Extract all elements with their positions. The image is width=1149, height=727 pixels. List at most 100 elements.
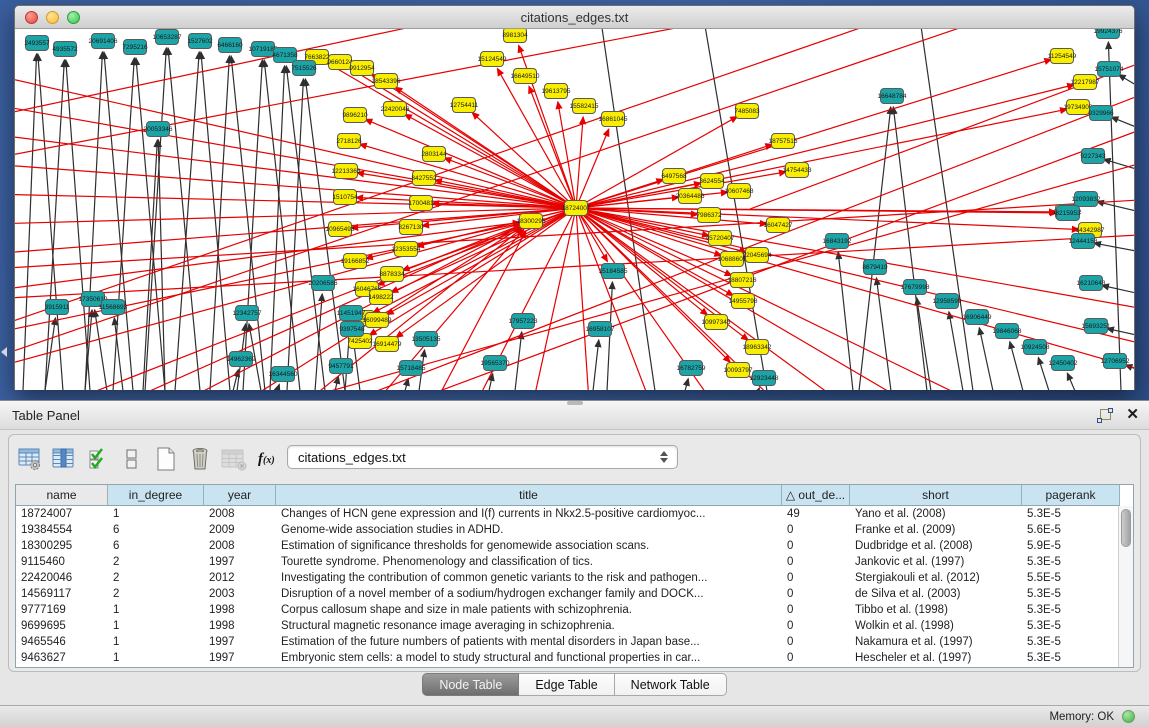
graph-node-label: 14754433: [783, 167, 812, 174]
table-cell-title: Estimation of significance thresholds fo…: [276, 538, 782, 554]
table-cell-year: 1998: [204, 602, 276, 618]
table-cell-in_degree: 1: [108, 618, 204, 634]
graph-edge[interactable]: [917, 298, 931, 390]
column-header-pagerank[interactable]: pagerank: [1022, 485, 1120, 506]
column-header-title[interactable]: title: [276, 485, 782, 506]
graph-edge[interactable]: [15, 194, 576, 208]
graph-edge[interactable]: [576, 208, 1134, 311]
graph-edge[interactable]: [95, 310, 107, 390]
function-builder-button[interactable]: f(x): [258, 451, 275, 468]
row-height-button[interactable]: [116, 443, 148, 475]
table-toolbar: f(x) citations_edges.txt: [14, 440, 283, 478]
graph-node-label: 12706952: [1101, 358, 1130, 365]
table-cell-pagerank: 5.5E-5: [1022, 570, 1120, 586]
tab-node-table[interactable]: Node Table: [422, 673, 519, 696]
close-panel-button[interactable]: ✕: [1126, 406, 1139, 424]
table-scrollbar-thumb[interactable]: [1121, 509, 1131, 547]
splitter-handle[interactable]: [567, 401, 583, 405]
graph-node-label: 12217987: [1071, 79, 1100, 86]
table-row[interactable]: 1938455462009Genome-wide association stu…: [16, 522, 1133, 538]
graph-node-label: 11254549: [1048, 53, 1077, 60]
tab-network-table[interactable]: Network Table: [615, 673, 727, 696]
graph-node-label: 16906449: [963, 314, 992, 321]
delete-table-button[interactable]: [218, 443, 250, 475]
column-header-in_degree[interactable]: in_degree: [108, 485, 204, 506]
table-row[interactable]: 969969511998Structural magnetic resonanc…: [16, 618, 1133, 634]
graph-edge[interactable]: [1097, 202, 1134, 211]
graph-edge[interactable]: [758, 388, 759, 390]
graph-edge[interactable]: [143, 140, 157, 390]
graph-edge[interactable]: [1107, 328, 1134, 335]
table-cell-pagerank: 5.3E-5: [1022, 586, 1120, 602]
column-header-short[interactable]: short: [850, 485, 1022, 506]
graph-edge[interactable]: [1104, 159, 1134, 169]
graph-edge[interactable]: [1118, 75, 1134, 85]
table-row[interactable]: 977716911998Corpus callosum shape and si…: [16, 602, 1133, 618]
graph-edge[interactable]: [315, 294, 322, 390]
graph-node-label: 7425402: [347, 338, 373, 345]
table-cell-year: 1997: [204, 554, 276, 570]
column-header-out_degree[interactable]: △ out_de...: [782, 485, 850, 506]
graph-edge[interactable]: [593, 340, 599, 390]
graph-edge[interactable]: [576, 208, 709, 236]
graph-node-label: 1700481: [408, 200, 434, 207]
graph-node-label: 15582415: [570, 103, 599, 110]
table-cell-in_degree: 2: [108, 586, 204, 602]
tab-edge-table[interactable]: Edge Table: [519, 673, 614, 696]
graph-edge[interactable]: [1038, 357, 1049, 390]
float-panel-button[interactable]: [1097, 408, 1113, 424]
column-header-name[interactable]: name: [16, 485, 108, 506]
network-canvas[interactable]: 1872400718300295766382296601249912954185…: [15, 29, 1134, 390]
graph-edge[interactable]: [360, 144, 576, 208]
graph-edge[interactable]: [66, 60, 90, 390]
graph-edge[interactable]: [685, 379, 688, 390]
table-row[interactable]: 2242004622012Investigating the contribut…: [16, 570, 1133, 586]
column-header-year[interactable]: year: [204, 485, 276, 506]
graph-edge[interactable]: [15, 29, 915, 329]
citation-network-graph[interactable]: 1872400718300295766382296601249912954185…: [15, 29, 1134, 390]
graph-edge[interactable]: [23, 54, 37, 390]
table-row[interactable]: 911546021997Tourette syndrome. Phenomeno…: [16, 554, 1133, 570]
table-row[interactable]: 946362711997Embryonic stem cells: a mode…: [16, 650, 1133, 666]
table-selector-dropdown[interactable]: citations_edges.txt: [287, 445, 678, 469]
graph-node-label: 16210643: [1077, 280, 1106, 287]
graph-edge[interactable]: [979, 328, 993, 390]
graph-edge[interactable]: [949, 312, 963, 390]
delete-column-button[interactable]: [184, 443, 216, 475]
graph-edge[interactable]: [113, 58, 134, 390]
table-cell-short: Franke et al. (2009): [850, 522, 1022, 538]
attribute-table: namein_degreeyeartitle△ out_de...shortpa…: [15, 484, 1134, 668]
table-row[interactable]: 1830029562008Estimation of significance …: [16, 538, 1133, 554]
graph-node-label: 20691406: [89, 38, 118, 45]
graph-node-label: 6497568: [661, 173, 687, 180]
table-mode-button[interactable]: [14, 443, 46, 475]
graph-edge[interactable]: [201, 52, 230, 390]
select-rows-button[interactable]: [82, 443, 114, 475]
table-cell-short: de Silva et al. (2003): [850, 586, 1022, 602]
new-table-button[interactable]: [150, 443, 182, 475]
table-cell-title: Tourette syndrome. Phenomenology and cla…: [276, 554, 782, 570]
select-rows-icon: [87, 447, 109, 471]
table-cell-in_degree: 1: [108, 650, 204, 666]
row-height-icon: [125, 447, 139, 471]
panel-collapse-arrow-icon[interactable]: [1, 347, 7, 357]
graph-node-label: 13505135: [412, 336, 441, 343]
graph-node-label: 7485083: [734, 108, 760, 115]
table-scrollbar[interactable]: [1118, 506, 1133, 667]
table-row[interactable]: 1456911722003Disruption of a novel membe…: [16, 586, 1133, 602]
table-cell-year: 1998: [204, 618, 276, 634]
graph-node-label: 1527602: [187, 38, 213, 45]
table-row[interactable]: 1872400712008Changes of HCN gene express…: [16, 506, 1133, 522]
table-row[interactable]: 946554611997Estimation of the future num…: [16, 634, 1133, 650]
table-cell-year: 2003: [204, 586, 276, 602]
graph-edge[interactable]: [45, 60, 64, 390]
graph-edge[interactable]: [576, 85, 1074, 208]
graph-edge[interactable]: [1067, 373, 1075, 390]
graph-edge[interactable]: [576, 208, 590, 390]
graph-node-label: 17679998: [901, 284, 930, 291]
graph-edge[interactable]: [277, 384, 279, 390]
graph-edge[interactable]: [1094, 243, 1134, 251]
show-columns-button[interactable]: [48, 443, 80, 475]
graph-edge[interactable]: [1111, 117, 1134, 127]
graph-edge[interactable]: [576, 109, 1067, 208]
